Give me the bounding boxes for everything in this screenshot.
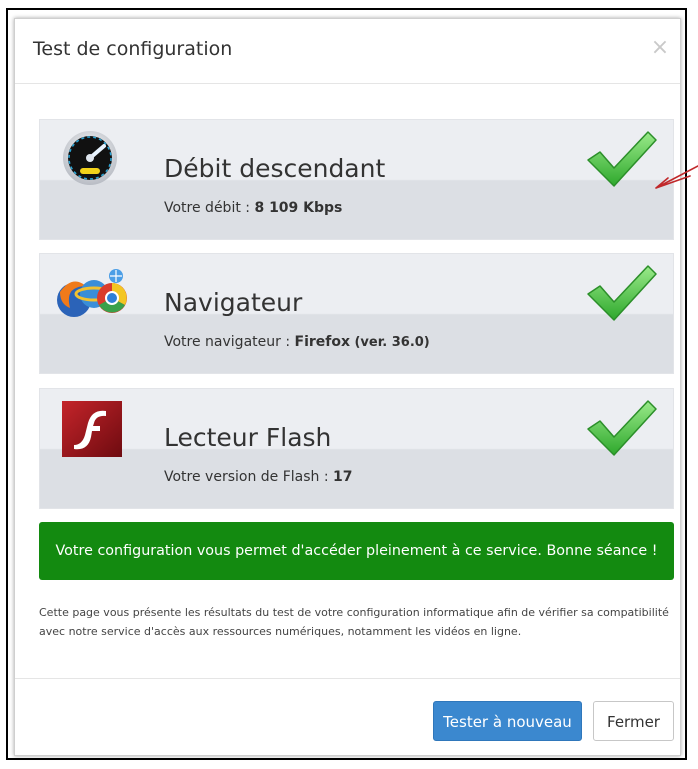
- check-title: Lecteur Flash: [164, 423, 332, 452]
- browsers-icon: [57, 269, 127, 317]
- success-alert: Votre configuration vous permet d'accéde…: [39, 522, 674, 580]
- dialog-footer: Tester à nouveau Fermer: [15, 678, 680, 755]
- retry-button[interactable]: Tester à nouveau: [433, 701, 582, 741]
- annotation-arrow-icon: [655, 165, 698, 189]
- detail-value: 17: [333, 469, 353, 485]
- check-title: Débit descendant: [164, 154, 386, 183]
- check-detail: Votre version de Flash : 17: [164, 469, 353, 485]
- check-panel-download: Débit descendant Votre débit : 8 109 Kbp…: [39, 119, 674, 240]
- checkmark-icon: [587, 265, 657, 321]
- check-detail: Votre débit : 8 109 Kbps: [164, 200, 342, 216]
- check-detail: Votre navigateur : Firefox (ver. 36.0): [164, 334, 430, 350]
- detail-value: 8 109 Kbps: [254, 200, 343, 216]
- detail-label: Votre navigateur :: [164, 334, 295, 350]
- detail-value: Firefox: [294, 334, 351, 350]
- dialog-title: Test de configuration: [33, 38, 233, 60]
- config-test-dialog: Test de configuration × Débit descendant…: [14, 18, 681, 756]
- check-panel-browser: Navigateur Votre navigateur : Firefox (v…: [39, 253, 674, 374]
- detail-label: Votre version de Flash :: [164, 469, 334, 485]
- check-panel-flash: Lecteur Flash Votre version de Flash : 1…: [39, 388, 674, 509]
- info-paragraph: Cette page vous présente les résultats d…: [39, 606, 669, 638]
- check-title: Navigateur: [164, 288, 303, 317]
- speedometer-icon: [63, 131, 117, 185]
- checkmark-icon: [587, 400, 657, 456]
- close-icon[interactable]: ×: [648, 36, 672, 60]
- detail-version: (ver. 36.0): [354, 335, 430, 350]
- dialog-header: Test de configuration ×: [15, 19, 680, 84]
- flash-player-icon: [62, 401, 122, 457]
- checkmark-icon: [587, 131, 657, 187]
- detail-label: Votre débit :: [164, 200, 255, 216]
- close-button[interactable]: Fermer: [593, 701, 674, 741]
